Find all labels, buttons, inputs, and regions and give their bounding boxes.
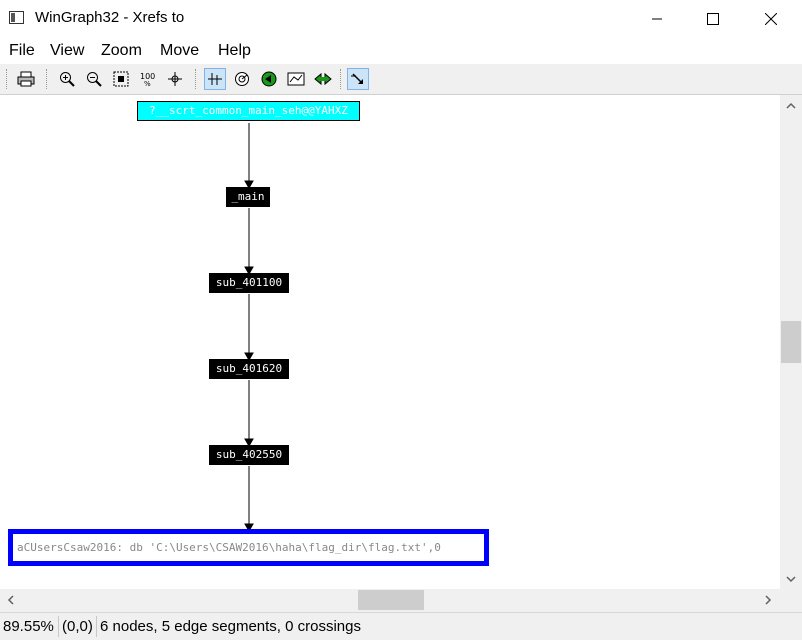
zoom-100-button[interactable]: 100 % xyxy=(137,68,159,90)
zoom-in-button[interactable] xyxy=(56,68,78,90)
select-mode-button[interactable] xyxy=(347,68,369,90)
horizontal-scrollbar[interactable] xyxy=(0,589,780,611)
layout-icon xyxy=(208,73,222,85)
maximize-button[interactable] xyxy=(684,0,742,38)
status-bar: 89.55% (0,0) 6 nodes, 5 edge segments, 0… xyxy=(0,612,802,640)
graph-node-sub-402550[interactable]: sub_402550 xyxy=(209,445,289,465)
scroll-up-icon xyxy=(786,102,796,109)
overview-button[interactable] xyxy=(285,68,307,90)
scroll-right-icon xyxy=(765,595,772,605)
close-icon xyxy=(765,13,777,25)
app-icon xyxy=(9,11,24,24)
maximize-icon xyxy=(707,13,719,25)
overview-icon xyxy=(287,72,305,86)
zoom-100-icon: 100 % xyxy=(140,72,155,87)
zoom-in-icon xyxy=(60,72,75,87)
center-button[interactable] xyxy=(164,68,186,90)
menu-zoom[interactable]: Zoom xyxy=(101,42,142,60)
graph-edges xyxy=(244,123,254,533)
fit-window-button[interactable] xyxy=(110,68,132,90)
window-title: WinGraph32 - Xrefs to xyxy=(35,9,185,26)
vertical-scroll-thumb xyxy=(781,321,801,363)
status-summary: 6 nodes, 5 edge segments, 0 crossings xyxy=(100,618,361,635)
layout-button[interactable] xyxy=(204,68,226,90)
print-button[interactable] xyxy=(15,68,37,90)
horizontal-scroll-thumb xyxy=(358,590,424,610)
menu-bar: File View Zoom Move Help xyxy=(0,38,802,64)
menu-help[interactable]: Help xyxy=(218,42,251,60)
scroll-left-icon xyxy=(7,595,14,605)
graph-node-sub-401620[interactable]: sub_401620 xyxy=(209,359,289,379)
fit-window-icon xyxy=(113,71,129,87)
zoom-out-icon xyxy=(87,72,102,87)
graph-canvas[interactable]: ?__scrt_common_main_seh@@YAHXZ _main sub… xyxy=(0,95,780,589)
graph-node-main[interactable]: _main xyxy=(226,187,270,207)
radar-button[interactable] xyxy=(231,68,253,90)
green-arrows-icon xyxy=(314,72,332,86)
vertical-scrollbar-graphics xyxy=(781,102,801,583)
forward-button[interactable] xyxy=(312,68,334,90)
horizontal-scrollbar-graphics xyxy=(7,590,772,610)
printer-icon xyxy=(17,71,35,87)
close-button[interactable] xyxy=(742,0,800,38)
menu-file[interactable]: File xyxy=(9,42,35,60)
minimize-button[interactable] xyxy=(628,0,686,38)
menu-view[interactable]: View xyxy=(50,42,84,60)
graph-node-sub-401100[interactable]: sub_401100 xyxy=(209,273,289,293)
zoom-out-button[interactable] xyxy=(83,68,105,90)
select-arrow-icon xyxy=(351,73,363,84)
green-arrow-left-icon xyxy=(261,71,277,87)
scrollbar-corner xyxy=(780,589,802,611)
crosshair-icon xyxy=(168,72,182,86)
back-button[interactable] xyxy=(258,68,280,90)
graph-node-root[interactable]: ?__scrt_common_main_seh@@YAHXZ xyxy=(137,101,360,121)
minimize-icon xyxy=(652,18,662,20)
vertical-scrollbar[interactable] xyxy=(780,95,802,589)
status-coords: (0,0) xyxy=(62,618,93,635)
scroll-down-icon xyxy=(786,576,796,583)
title-bar: WinGraph32 - Xrefs to xyxy=(0,0,802,39)
status-zoom: 89.55% xyxy=(3,618,54,635)
toolbar: 100 % xyxy=(0,64,802,95)
menu-move[interactable]: Move xyxy=(160,42,199,60)
radar-icon xyxy=(235,72,249,86)
svg-text:%: % xyxy=(144,80,151,87)
graph-node-data[interactable]: aCUsersCsaw2016: db 'C:\Users\CSAW2016\h… xyxy=(8,529,489,566)
